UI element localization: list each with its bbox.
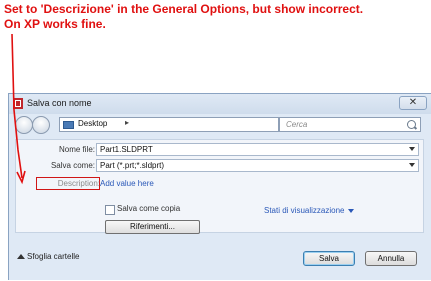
- save-as-type-value: Part (*.prt;*.sldprt): [100, 161, 165, 170]
- save-as-type-select[interactable]: Part (*.prt;*.sldprt): [96, 159, 419, 172]
- filename-dropdown-icon[interactable]: [409, 147, 415, 151]
- description-value-link[interactable]: Add value here: [100, 179, 154, 188]
- display-states-dropdown-icon[interactable]: [348, 209, 354, 213]
- search-icon: [407, 120, 416, 129]
- file-options-panel: Nome file: Part1.SLDPRT Salva come: Part…: [15, 139, 424, 234]
- navigation-bar: Desktop ▸ Cerca: [9, 116, 431, 136]
- references-button[interactable]: Riferimenti...: [105, 220, 200, 234]
- save-copy-label[interactable]: Salva come copia: [117, 204, 180, 213]
- display-states-link[interactable]: Stati di visualizzazione: [264, 206, 344, 215]
- filename-field[interactable]: Part1.SLDPRT: [96, 143, 419, 156]
- solidworks-icon: [13, 98, 23, 109]
- close-button[interactable]: ✕: [399, 96, 427, 110]
- address-chevron-icon[interactable]: ▸: [125, 118, 129, 127]
- search-placeholder: Cerca: [286, 120, 308, 129]
- description-label: Description:: [57, 179, 100, 188]
- forward-button[interactable]: [32, 116, 50, 134]
- title-bar: Salva con nome ✕: [9, 94, 431, 114]
- annotation-line-1: Set to 'Descrizione' in the General Opti…: [4, 2, 364, 16]
- dialog-footer: Sfoglia cartelle Salva Annulla: [9, 239, 431, 281]
- search-box[interactable]: Cerca: [279, 117, 421, 132]
- annotation-line-2: On XP works fine.: [4, 17, 106, 31]
- filename-label: Nome file:: [58, 145, 95, 154]
- save-as-type-dropdown-icon[interactable]: [409, 163, 415, 167]
- annotation-text: Set to 'Descrizione' in the General Opti…: [4, 2, 363, 32]
- back-button[interactable]: [15, 116, 33, 134]
- save-button[interactable]: Salva: [303, 251, 355, 266]
- save-as-type-label: Salva come:: [50, 161, 95, 170]
- dialog-title: Salva con nome: [27, 98, 92, 108]
- address-bar[interactable]: Desktop ▸: [59, 117, 279, 132]
- save-as-dialog: Salva con nome ✕ Desktop ▸ Cerca Nome fi…: [8, 93, 431, 280]
- collapse-arrow-icon[interactable]: [17, 254, 25, 259]
- address-location: Desktop: [78, 119, 108, 128]
- save-copy-checkbox[interactable]: [105, 205, 115, 215]
- browse-folders-toggle[interactable]: Sfoglia cartelle: [27, 252, 79, 261]
- filename-value: Part1.SLDPRT: [100, 145, 153, 154]
- cancel-button[interactable]: Annulla: [365, 251, 417, 266]
- desktop-icon: [63, 121, 74, 129]
